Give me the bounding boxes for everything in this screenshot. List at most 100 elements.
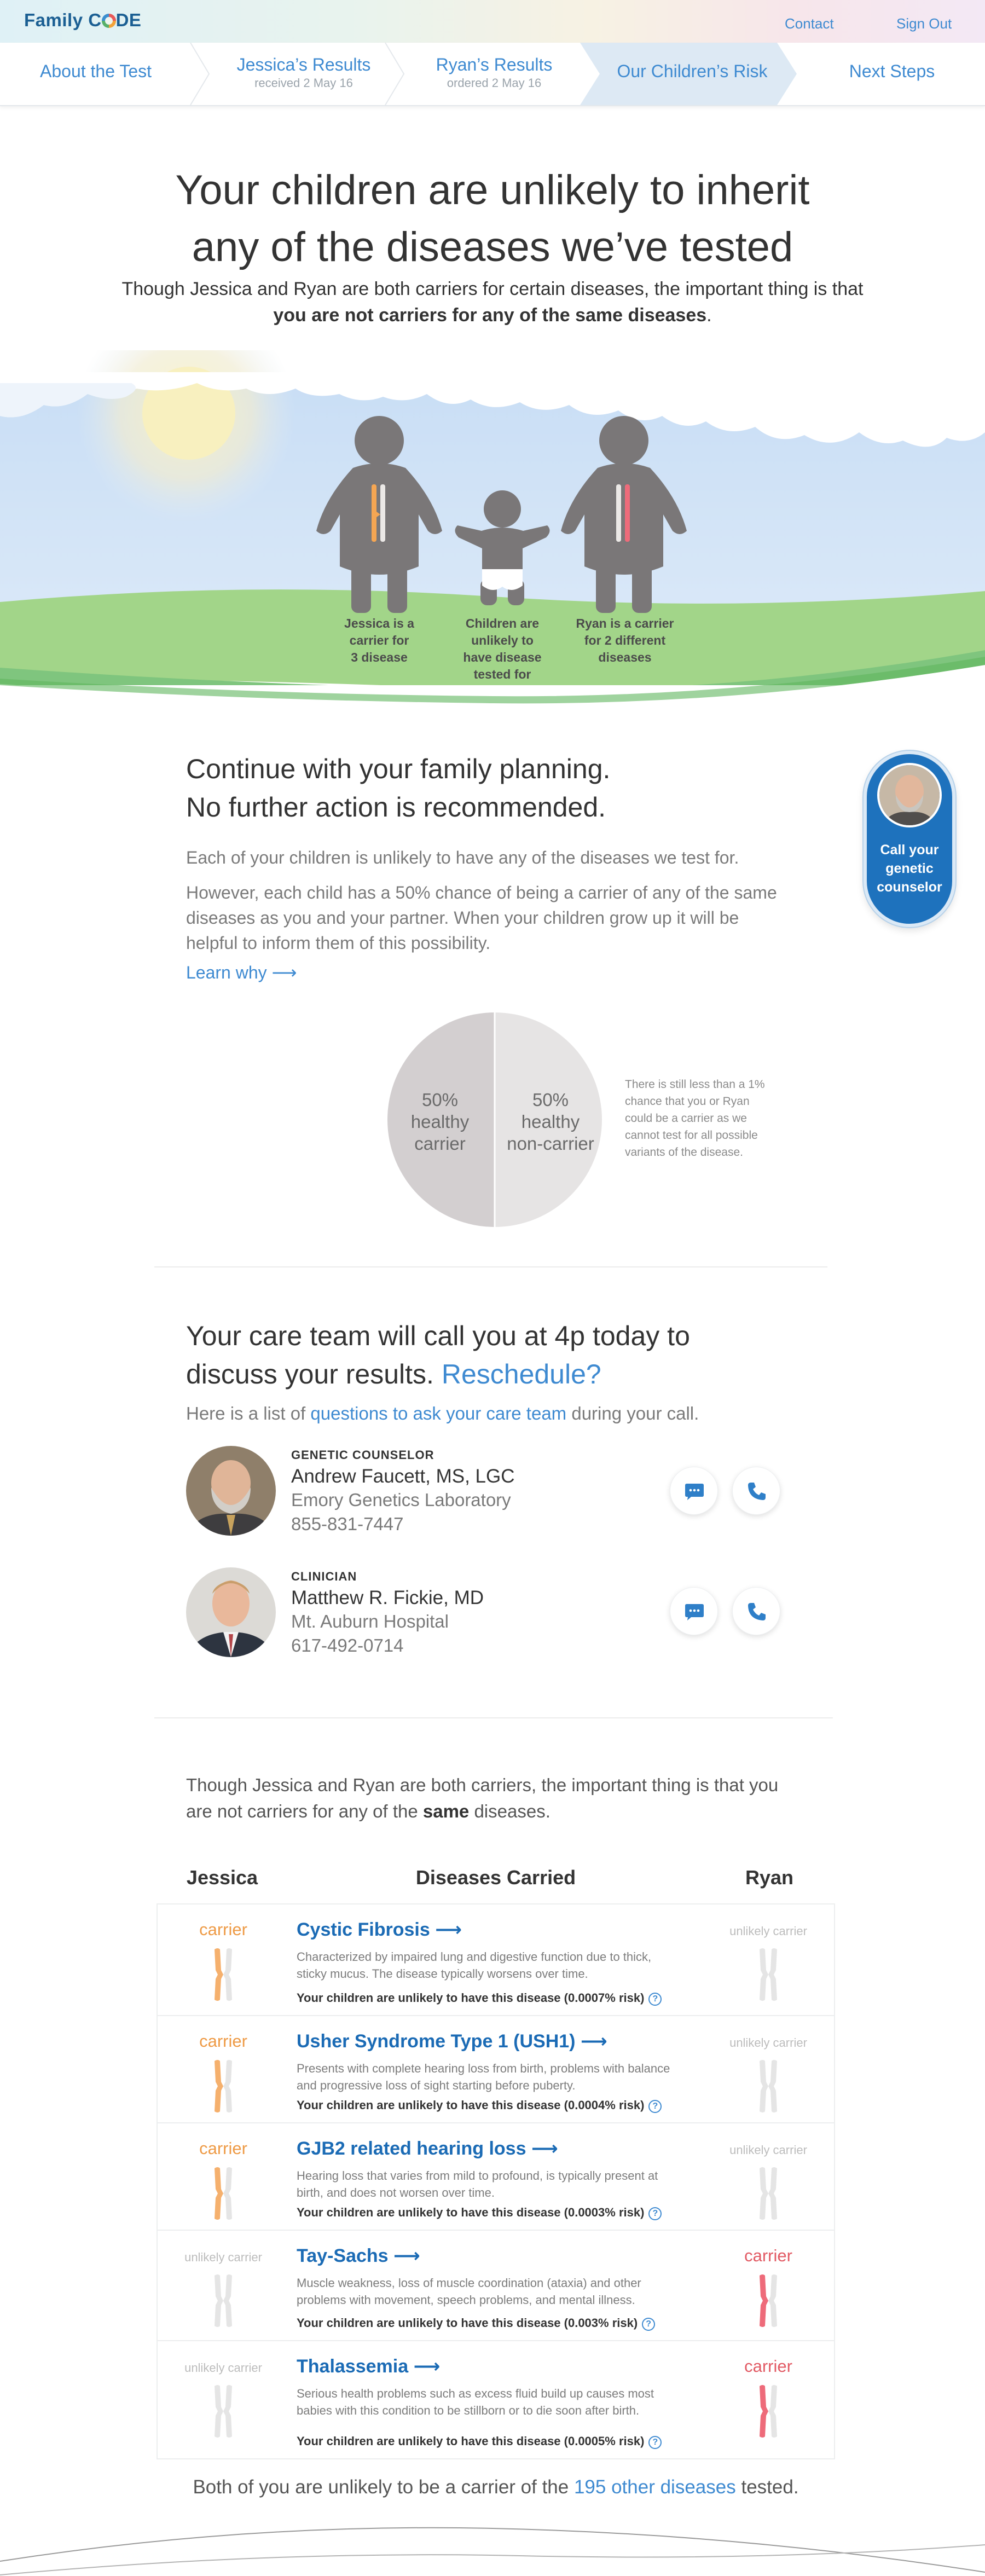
intro-line-2-start: are not carriers for any of the	[186, 1801, 418, 1821]
disease-name: Cystic Fibrosis	[297, 1919, 430, 1940]
intro-line-2-end: diseases.	[474, 1801, 551, 1821]
message-counselor-button[interactable]	[670, 1467, 718, 1515]
pie-right-label-1: healthy	[521, 1112, 580, 1132]
step-about-the-test[interactable]: About the Test	[0, 43, 192, 105]
column-header-diseases: Diseases Carried	[415, 1866, 576, 1889]
ryan-status: unlikely carrier	[703, 2123, 834, 2230]
jessica-status: unlikely carrier	[158, 2341, 289, 2458]
disease-row: unlikely carrier Tay-Sachs ⟶ Muscle weakne…	[157, 2230, 835, 2341]
ryan-status: carrier	[703, 2341, 834, 2458]
chromosome-icon	[207, 1947, 240, 2002]
person-phone: 617-492-0714	[291, 1635, 404, 1655]
children-caption: Children are unlikely to have disease te…	[451, 615, 553, 683]
disease-title-link[interactable]: Usher Syndrome Type 1 (USH1) ⟶	[297, 2030, 607, 2052]
arrow-right-icon: ⟶	[435, 1919, 462, 1940]
description-line: problems with movement, speech problems,…	[297, 2293, 635, 2307]
risk-text: Your children are unlikely to have this …	[297, 2316, 638, 2330]
care-heading-line-1: Your care team will call you at 4p today…	[186, 1321, 690, 1351]
disease-risk: Your children are unlikely to have this …	[297, 2316, 656, 2331]
chromosome-icon	[207, 2059, 240, 2114]
recommendation-heading: Continue with your family planning. No f…	[186, 750, 821, 826]
help-question-icon[interactable]: ?	[648, 1993, 662, 2006]
person-role: GENETIC COUNSELOR	[291, 1448, 434, 1462]
jessica-carrier-label: carrier	[199, 2139, 247, 2158]
step-next-steps[interactable]: Next Steps	[799, 43, 985, 105]
pie-label-carrier: 50% healthy carrier	[396, 1089, 484, 1155]
disease-risk: Your children are unlikely to have this …	[297, 2434, 662, 2449]
questions-link[interactable]: questions to ask your care team	[310, 1403, 566, 1423]
step-our-childrens-risk[interactable]: Our Children’s Risk	[596, 43, 788, 105]
recommendation-line-2: No further action is recommended.	[186, 792, 606, 823]
pie-left-label-2: carrier	[414, 1133, 466, 1154]
help-question-icon[interactable]: ?	[642, 2318, 656, 2331]
risk-text: Your children are unlikely to have this …	[297, 2098, 645, 2112]
arrow-right-icon: ⟶	[271, 963, 297, 982]
page-title-line-1: Your children are unlikely to inherit	[175, 167, 810, 213]
disease-name: Thalassemia	[297, 2356, 409, 2377]
section-divider	[154, 1717, 833, 1718]
paragraph-line: However, each child has a 50% chance of …	[186, 883, 777, 902]
disease-row: unlikely carrier Thalassemia ⟶ Serious hea…	[157, 2340, 835, 2459]
disease-row: carrier Cystic Fibrosis ⟶ Characterized by…	[157, 1903, 835, 2016]
arrow-right-icon: ⟶	[580, 2031, 607, 2052]
step-ryans-results[interactable]: Ryan’s Results ordered 2 May 16	[398, 43, 590, 105]
call-clinician-phone-button[interactable]	[732, 1587, 780, 1635]
disease-title-link[interactable]: GJB2 related hearing loss ⟶	[297, 2138, 558, 2160]
help-question-icon[interactable]: ?	[648, 2207, 662, 2220]
page-title-line-2: any of the diseases we’ve tested	[192, 224, 793, 270]
counselor-avatar	[877, 763, 942, 827]
disease-name: Tay-Sachs	[297, 2245, 389, 2266]
pie-footnote: There is still less than a 1% chance tha…	[625, 1078, 765, 1159]
step-jessicas-results[interactable]: Jessica’s Results received 2 May 16	[208, 43, 399, 105]
disease-row: carrier Usher Syndrome Type 1 (USH1) ⟶ Pre…	[157, 2015, 835, 2123]
call-counselor-phone-button[interactable]	[732, 1467, 780, 1515]
genetic-counselor-avatar	[186, 1446, 276, 1536]
family-code-logo[interactable]: Family C DE	[24, 10, 141, 31]
chat-bubble-icon	[685, 1484, 704, 1500]
top-bar: Family C DE Contact Sign Out	[0, 0, 985, 43]
description-line: Presents with complete hearing loss from…	[297, 2062, 670, 2075]
column-header-ryan: Ryan	[745, 1866, 794, 1889]
ryan-caption: Ryan is a carrier for 2 different diseas…	[565, 615, 685, 666]
person-name: Andrew Faucett, MS, LGC	[291, 1466, 515, 1487]
sign-out-link[interactable]: Sign Out	[896, 15, 952, 32]
disease-row: carrier GJB2 related hearing loss ⟶ Hearin…	[157, 2122, 835, 2231]
chromosome-icon	[207, 2166, 240, 2221]
help-question-icon[interactable]: ?	[648, 2100, 662, 2113]
ryan-status: unlikely carrier	[703, 2016, 834, 2122]
intro-bold: same	[422, 1801, 470, 1821]
jessica-carrier-label: carrier	[199, 1920, 247, 1939]
disease-description: Characterized by impaired lung and diges…	[297, 1948, 702, 1982]
pie-left-label-1: healthy	[410, 1112, 470, 1132]
learn-why-link[interactable]: Learn why ⟶	[186, 960, 297, 985]
step-label: Ryan’s Results	[436, 55, 553, 74]
person-organization: Emory Genetics Laboratory	[291, 1490, 511, 1510]
jessica-caption: Jessica is a carrier for 3 disease	[328, 615, 430, 666]
ryan-carrier-label: unlikely carrier	[729, 1924, 807, 1938]
call-counselor-button[interactable]: Call your genetic counselor	[864, 751, 955, 927]
section-divider	[154, 1266, 827, 1267]
arrow-right-icon: ⟶	[413, 2356, 441, 2377]
other-diseases-link[interactable]: 195 other diseases	[574, 2476, 736, 2498]
message-clinician-button[interactable]	[670, 1587, 718, 1635]
step-navigation: About the Test Jessica’s Results receive…	[0, 43, 985, 106]
subtitle-bold: you are not carriers for any of the same…	[273, 305, 707, 326]
contact-link[interactable]: Contact	[785, 15, 834, 32]
disease-title-link[interactable]: Tay-Sachs ⟶	[297, 2245, 420, 2267]
chromosome-icon	[207, 2273, 240, 2328]
disease-title-link[interactable]: Thalassemia ⟶	[297, 2355, 440, 2377]
description-line: sticky mucus. The disease typically wors…	[297, 1967, 588, 1981]
step-label: Our Children’s Risk	[617, 61, 768, 81]
disease-title-link[interactable]: Cystic Fibrosis ⟶	[297, 1919, 462, 1941]
step-label: About the Test	[40, 61, 152, 81]
care-team-heading: Your care team will call you at 4p today…	[186, 1317, 843, 1393]
help-question-icon[interactable]: ?	[648, 2436, 662, 2449]
reschedule-link[interactable]: Reschedule?	[442, 1359, 601, 1390]
jessica-carrier-label: carrier	[199, 2031, 247, 2051]
jessica-status: carrier	[158, 2123, 289, 2230]
description-line: Muscle weakness, loss of muscle coordina…	[297, 2276, 641, 2290]
paragraph-line: helpful to inform them of this possibili…	[186, 933, 491, 953]
ryan-status: unlikely carrier	[703, 1904, 834, 2015]
ryan-carrier-label: carrier	[744, 2357, 792, 2376]
description-line: Characterized by impaired lung and diges…	[297, 1950, 652, 1964]
